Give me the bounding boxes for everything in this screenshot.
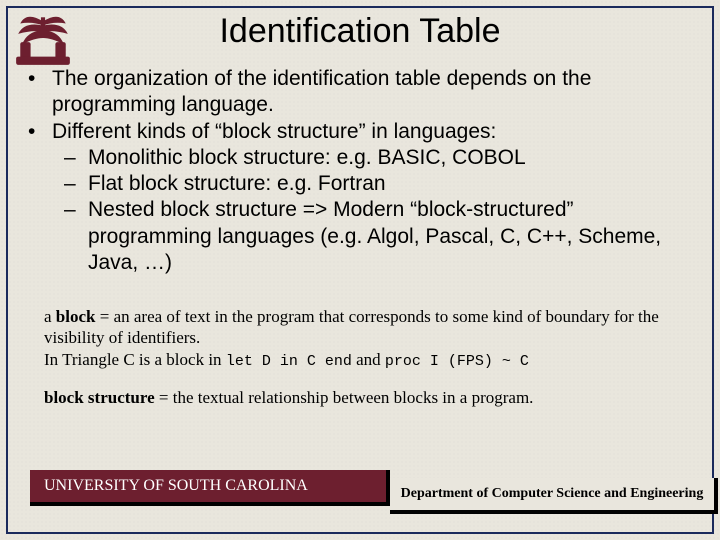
code-snippet: proc I (FPS) ~ C (385, 353, 529, 370)
text: and (352, 350, 385, 369)
sub-bullet-item: – Nested block structure => Modern “bloc… (64, 197, 692, 276)
department-name: Department of Computer Science and Engin… (390, 478, 718, 514)
sub-bullet-text: Flat block structure: e.g. Fortran (88, 171, 692, 197)
sub-bullet-text: Monolithic block structure: e.g. BASIC, … (88, 145, 692, 171)
dash-mark: – (64, 145, 88, 171)
slide-frame: Identification Table • The organization … (6, 6, 714, 534)
definition-notes: a block = an area of text in the program… (44, 306, 684, 409)
block-structure-definition: block structure = the textual relationsh… (44, 387, 684, 408)
bullet-mark: • (28, 119, 52, 145)
bullet-text: Different kinds of “block structure” in … (52, 119, 692, 145)
university-seal-icon (10, 10, 76, 68)
text: a (44, 307, 56, 326)
term-block-structure: block structure (44, 388, 155, 407)
university-name: UNIVERSITY OF SOUTH CAROLINA (30, 470, 390, 506)
slide-body: • The organization of the identification… (28, 66, 692, 276)
bullet-text: The organization of the identification t… (52, 66, 692, 119)
dash-mark: – (64, 171, 88, 197)
block-definition: a block = an area of text in the program… (44, 306, 684, 371)
text: = an area of text in the program that co… (44, 307, 659, 347)
bullet-item: • Different kinds of “block structure” i… (28, 119, 692, 145)
sub-bullet-item: – Monolithic block structure: e.g. BASIC… (64, 145, 692, 171)
bullet-item: • The organization of the identification… (28, 66, 692, 119)
dash-mark: – (64, 197, 88, 276)
slide-footer: UNIVERSITY OF SOUTH CAROLINA Department … (30, 470, 700, 514)
sub-bullet-item: – Flat block structure: e.g. Fortran (64, 171, 692, 197)
sub-bullet-text: Nested block structure => Modern “block-… (88, 197, 692, 276)
term-block: block (56, 307, 96, 326)
text: In Triangle C is a block in (44, 350, 226, 369)
code-snippet: let D in C end (226, 353, 352, 370)
bullet-mark: • (28, 66, 52, 119)
slide-title: Identification Table (8, 8, 712, 51)
text: = the textual relationship between block… (155, 388, 534, 407)
